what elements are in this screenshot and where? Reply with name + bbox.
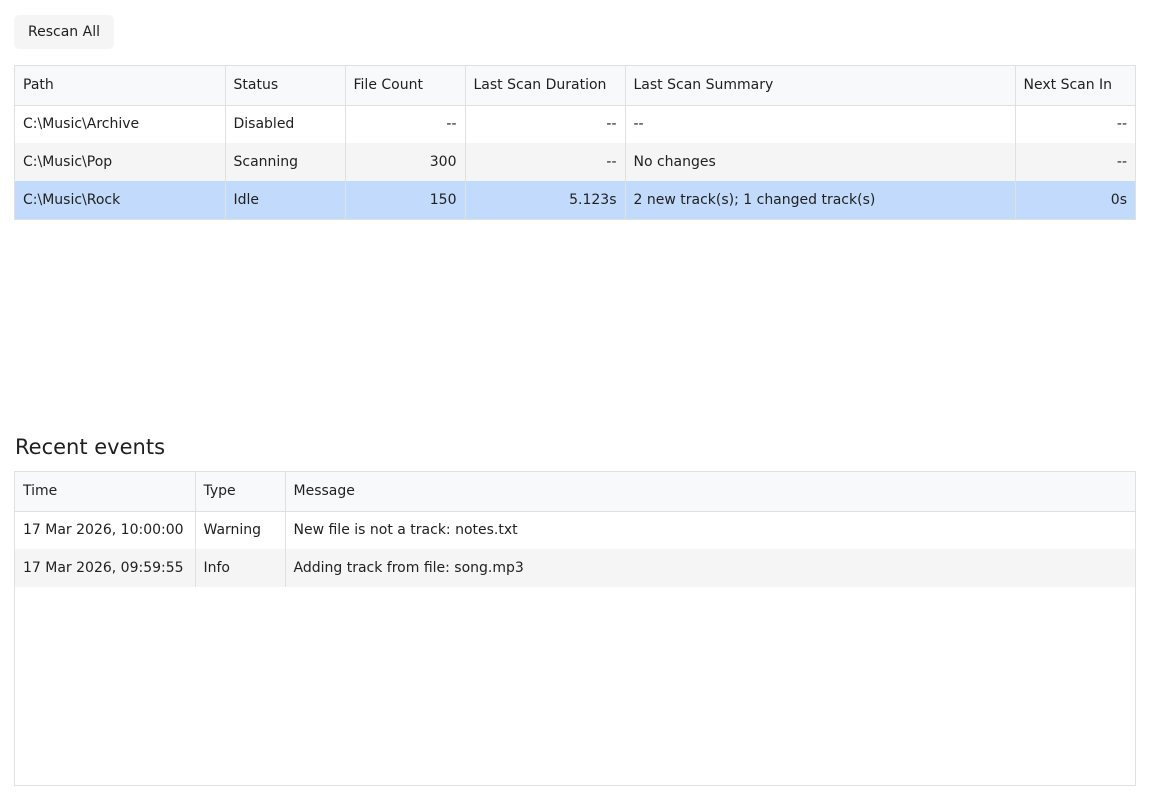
- column-header-type[interactable]: Type: [195, 472, 286, 512]
- table-row[interactable]: 17 Mar 2026, 09:59:55 Info Adding track …: [15, 549, 1135, 587]
- cell-next-scan-in: --: [1116, 154, 1127, 170]
- cell-message: Adding track from file: song.mp3: [293, 560, 524, 576]
- column-header-path[interactable]: Path: [15, 66, 226, 106]
- cell-status: Disabled: [225, 105, 346, 143]
- events-header-row: Time Type Message: [15, 472, 1135, 512]
- rescan-all-button[interactable]: Rescan All: [14, 15, 114, 49]
- cell-last-scan-duration: --: [465, 143, 626, 181]
- cell-message: New file is not a track: notes.txt: [293, 522, 518, 539]
- table-row[interactable]: 17 Mar 2026, 10:00:00 Warning New file i…: [15, 511, 1135, 549]
- cell-status: Scanning: [225, 143, 346, 181]
- cell-path: C:\Music\Pop: [15, 143, 226, 181]
- cell-file-count: --: [345, 105, 466, 143]
- table-row[interactable]: C:\Music\Pop Scanning 300 -- No changes …: [15, 143, 1135, 181]
- folders-grid: Path Status File Count Last Scan Duratio…: [14, 65, 1136, 220]
- cell-file-count: 150: [345, 181, 466, 219]
- column-header-time[interactable]: Time: [15, 472, 196, 512]
- column-header-message[interactable]: Message: [285, 472, 1135, 512]
- cell-path: C:\Music\Rock: [15, 181, 226, 219]
- cell-type: Warning: [195, 511, 286, 549]
- column-header-last-scan-summary[interactable]: Last Scan Summary: [625, 66, 1016, 106]
- cell-last-scan-summary: --: [625, 105, 1016, 143]
- column-header-next-scan-in[interactable]: Next Scan In: [1015, 66, 1135, 106]
- recent-events-title: Recent events: [15, 435, 166, 459]
- cell-path: C:\Music\Archive: [15, 105, 226, 143]
- cell-last-scan-duration: --: [465, 105, 626, 143]
- cell-time: 17 Mar 2026, 10:00:00: [15, 511, 196, 549]
- column-header-file-count[interactable]: File Count: [345, 66, 466, 106]
- cell-last-scan-duration: 5.123s: [465, 181, 626, 219]
- cell-next-scan-in: 0s: [1110, 192, 1127, 208]
- table-row-selected[interactable]: C:\Music\Rock Idle 150 5.123s 2 new trac…: [15, 181, 1135, 219]
- cell-type: Info: [195, 549, 286, 587]
- folders-header-row: Path Status File Count Last Scan Duratio…: [15, 66, 1135, 106]
- events-table: Time Type Message 17 Mar 2026, 10:00:00 …: [15, 472, 1135, 587]
- cell-status: Idle: [225, 181, 346, 219]
- cell-next-scan-in: --: [1116, 116, 1127, 133]
- scan-folders-page: Rescan All Path Status File Count Last S…: [0, 0, 1150, 800]
- cell-file-count: 300: [345, 143, 466, 181]
- table-row[interactable]: C:\Music\Archive Disabled -- -- -- --: [15, 105, 1135, 143]
- cell-last-scan-summary: 2 new track(s); 1 changed track(s): [625, 181, 1016, 219]
- cell-time: 17 Mar 2026, 09:59:55: [15, 549, 196, 587]
- events-grid: Time Type Message 17 Mar 2026, 10:00:00 …: [14, 471, 1136, 786]
- cell-last-scan-summary: No changes: [625, 143, 1016, 181]
- column-header-status[interactable]: Status: [225, 66, 346, 106]
- folders-table: Path Status File Count Last Scan Duratio…: [15, 66, 1135, 219]
- column-header-last-scan-duration[interactable]: Last Scan Duration: [465, 66, 626, 106]
